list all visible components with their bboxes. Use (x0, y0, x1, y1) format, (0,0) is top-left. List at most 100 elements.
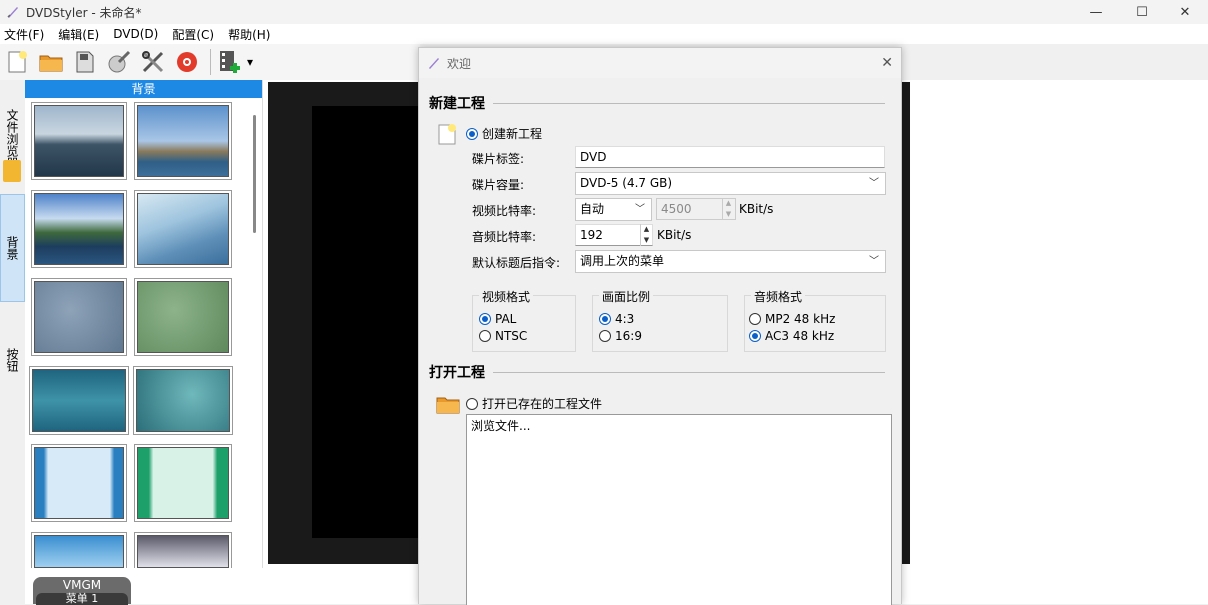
menu-config[interactable]: 配置(C) (168, 26, 218, 43)
tools-icon (142, 51, 164, 73)
background-thumbnail[interactable] (34, 193, 124, 265)
save-project-button[interactable] (70, 47, 100, 77)
tab-buttons[interactable]: 按钮 (0, 310, 25, 410)
video-format-ntsc-radio[interactable]: NTSC (479, 329, 527, 343)
menu-1-label[interactable]: 菜单 1 (36, 593, 128, 605)
add-dropdown-arrow[interactable]: ▾ (247, 55, 253, 69)
video-bitrate-unit: KBit/s (739, 202, 774, 216)
video-bitrate-mode-select[interactable]: 自动 ﹀ (575, 198, 652, 221)
tab-background-label: 背景 (5, 236, 19, 260)
background-thumbnail[interactable] (34, 535, 124, 568)
background-thumbnail[interactable] (137, 105, 229, 177)
menu-help[interactable]: 帮助(H) (224, 26, 274, 43)
folder-open-icon (39, 55, 63, 72)
burn-disc-icon (177, 52, 197, 72)
vmgm-item[interactable]: VMGM 菜单 1 (33, 577, 131, 605)
audio-format-mp2-label: MP2 48 kHz (765, 312, 836, 326)
audio-bitrate-unit: KBit/s (657, 228, 692, 242)
video-format-pal-label: PAL (495, 312, 517, 326)
background-thumbnail[interactable] (34, 447, 124, 519)
aspect-ratio-4-3-radio[interactable]: 4:3 (599, 312, 634, 326)
background-thumbnail[interactable] (137, 193, 229, 265)
minimize-button[interactable]: — (1073, 0, 1119, 24)
browse-files-item[interactable]: 浏览文件... (467, 415, 891, 436)
maximize-button[interactable]: ☐ (1119, 0, 1165, 24)
video-format-pal-radio[interactable]: PAL (479, 312, 516, 326)
disc-label-input[interactable]: DVD (575, 146, 885, 168)
add-video-icon (220, 51, 240, 73)
welcome-dialog: 欢迎 ✕ 新建工程 创建新工程 碟片标签: DVD 碟片容量: DVD-5 (4… (418, 47, 902, 605)
menu-preview-edge (902, 82, 910, 564)
aspect-ratio-16-9-label: 16:9 (615, 329, 642, 343)
settings-button[interactable] (138, 47, 168, 77)
video-bitrate-spinner: ▲ ▼ (722, 198, 734, 220)
title-bar: DVDStyler - 未命名* (0, 0, 1208, 24)
recent-projects-list[interactable]: 浏览文件... (466, 414, 892, 605)
menu-bar: 文件(F) 编辑(E) DVD(D) 配置(C) 帮助(H) (0, 24, 1208, 44)
default-post-command-label: 默认标题后指令: (472, 256, 561, 270)
aspect-ratio-title: 画面比例 (599, 288, 654, 305)
new-project-button[interactable] (2, 47, 32, 77)
radio-indicator (749, 330, 761, 342)
disc-capacity-label: 碟片容量: (472, 178, 525, 192)
audio-format-ac3-label: AC3 48 kHz (765, 329, 835, 343)
background-thumbnail[interactable] (137, 447, 229, 519)
panel-scrollbar[interactable] (253, 115, 256, 233)
video-format-ntsc-label: NTSC (495, 329, 528, 343)
window-title: DVDStyler - 未命名* (26, 5, 142, 20)
radio-indicator (466, 397, 478, 410)
close-window-button[interactable]: ✕ (1162, 0, 1208, 24)
radio-indicator (599, 330, 611, 342)
audio-format-title: 音频格式 (751, 288, 806, 305)
background-thumbnail[interactable] (34, 105, 124, 177)
video-bitrate-value: 4500 (661, 202, 692, 216)
panel-header: 背景 (25, 80, 262, 98)
background-thumbnail[interactable] (34, 281, 124, 353)
toolbar: ▾ (0, 44, 420, 80)
default-post-command-value: 调用上次的菜单 (580, 254, 665, 268)
toolbar-separator (210, 49, 211, 75)
section-divider (493, 371, 885, 373)
open-project-section: 打开工程 (429, 362, 885, 382)
disc-capacity-value: DVD-5 (4.7 GB) (580, 176, 673, 190)
menu-preview-safe-area (312, 106, 418, 538)
background-thumbnail[interactable] (32, 369, 126, 432)
chevron-down-icon: ﹀ (869, 178, 879, 189)
add-file-button[interactable] (215, 47, 245, 77)
video-format-group: 视频格式 PAL NTSC (472, 288, 576, 352)
burn-settings-button[interactable] (104, 47, 134, 77)
default-post-command-select[interactable]: 调用上次的菜单 ﹀ (575, 250, 886, 273)
vmgm-label: VMGM (62, 578, 102, 592)
background-thumbnail[interactable] (137, 535, 229, 568)
new-project-icon (438, 124, 456, 145)
dvdstyler-app-icon (429, 58, 439, 69)
audio-bitrate-value: 192 (580, 228, 603, 242)
radio-indicator (479, 330, 491, 342)
background-thumbnail[interactable] (137, 281, 229, 353)
create-new-project-radio[interactable]: 创建新工程 (466, 125, 542, 142)
aspect-ratio-16-9-radio[interactable]: 16:9 (599, 329, 642, 343)
open-existing-project-radio[interactable]: 打开已存在的工程文件 (466, 395, 602, 412)
new-file-icon (8, 51, 27, 73)
radio-indicator (599, 313, 611, 325)
burn-dvd-button[interactable] (172, 47, 202, 77)
open-project-button[interactable] (36, 47, 66, 77)
audio-format-mp2-radio[interactable]: MP2 48 kHz (749, 312, 835, 326)
dialog-title-bar: 欢迎 (419, 48, 901, 78)
audio-format-ac3-radio[interactable]: AC3 48 kHz (749, 329, 834, 343)
radio-indicator (479, 313, 491, 325)
audio-bitrate-spinner[interactable]: ▲ ▼ (640, 224, 652, 246)
disc-capacity-select[interactable]: DVD-5 (4.7 GB) ﹀ (575, 172, 886, 195)
tab-background[interactable]: 背景 (0, 194, 25, 302)
tab-buttons-label: 按钮 (5, 348, 19, 372)
background-thumbnail[interactable] (136, 369, 230, 432)
audio-bitrate-label: 音频比特率: (472, 230, 537, 244)
aspect-ratio-4-3-label: 4:3 (615, 312, 635, 326)
dialog-close-button[interactable]: ✕ (881, 55, 893, 71)
save-icon (76, 51, 94, 73)
menu-file[interactable]: 文件(F) (0, 26, 48, 43)
menu-edit[interactable]: 编辑(E) (54, 26, 103, 43)
canvas-right-area (902, 80, 1208, 570)
menu-dvd[interactable]: DVD(D) (109, 27, 162, 41)
dvdstyler-app-icon (7, 7, 18, 18)
